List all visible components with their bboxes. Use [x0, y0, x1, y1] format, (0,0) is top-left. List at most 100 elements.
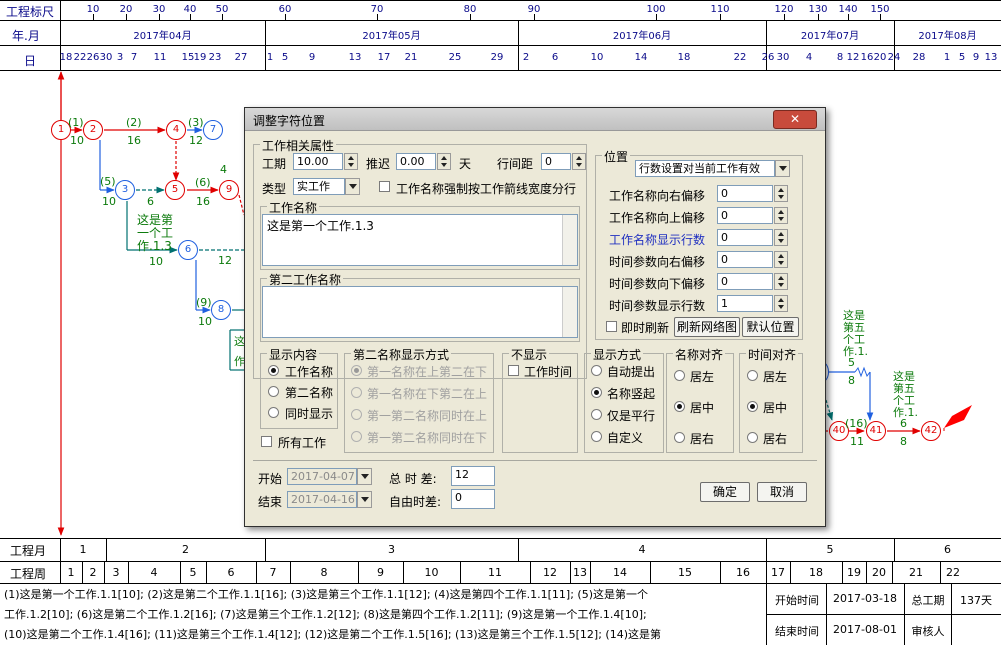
- legend-line-2: 工作.1.2[10]; (6)这是第二个工作.1.2[16]; (7)这是第三个…: [4, 608, 647, 621]
- display-both-label: 同时显示: [285, 407, 334, 421]
- node-41[interactable]: 41: [866, 421, 886, 441]
- second-name-mode-radio[interactable]: [351, 431, 362, 442]
- project-week-cell: 4: [150, 566, 158, 579]
- start-date-dropdown-icon[interactable]: [357, 468, 372, 485]
- second-name-mode-radio[interactable]: [351, 409, 362, 420]
- display-both-radio[interactable]: [268, 407, 279, 418]
- work-7-name-l3: 作.1.3: [137, 239, 172, 253]
- second-name-textarea[interactable]: [262, 286, 578, 338]
- type-select[interactable]: 实工作: [293, 178, 345, 195]
- instant-refresh-checkbox[interactable]: [606, 321, 617, 332]
- project-week-cell: 6: [227, 566, 235, 579]
- duration-input[interactable]: 10.00: [293, 153, 343, 170]
- second-name-mode-radio[interactable]: [351, 387, 362, 398]
- project-week-cell: 2: [89, 566, 97, 579]
- close-button[interactable]: ✕: [773, 110, 817, 129]
- display-second-name-radio[interactable]: [268, 386, 279, 397]
- work-name-textarea[interactable]: 这是第一个工作.1.3: [262, 214, 578, 266]
- position-field-spinner[interactable]: [774, 295, 788, 312]
- type-dropdown-icon[interactable]: [345, 178, 360, 195]
- position-field-spinner[interactable]: [774, 251, 788, 268]
- project-month-cell: 1: [79, 543, 87, 556]
- dialog-titlebar[interactable]: 调整字符位置 ✕: [245, 108, 825, 131]
- display-mode-radio[interactable]: [591, 365, 602, 376]
- hide-work-time-checkbox[interactable]: [508, 365, 519, 376]
- work-16-code: (16): [845, 417, 868, 430]
- start-date-input[interactable]: 2017-04-07: [287, 468, 357, 485]
- time-align-radio[interactable]: [747, 370, 758, 381]
- position-mode-select[interactable]: 行数设置对当前工作有效: [635, 160, 775, 177]
- cancel-button[interactable]: 取消: [757, 482, 807, 502]
- node-7[interactable]: 7: [203, 120, 223, 140]
- project-week-cell: 7: [269, 566, 277, 579]
- time-align-label: 居右: [763, 432, 788, 446]
- position-field-input[interactable]: 0: [717, 251, 773, 268]
- project-week-cell: 1: [67, 566, 75, 579]
- node-9[interactable]: 9: [219, 180, 239, 200]
- name-align-radio[interactable]: [674, 370, 685, 381]
- free-float-input[interactable]: 0: [451, 489, 495, 509]
- duration-spinner[interactable]: [344, 153, 358, 170]
- project-week-cell: 20: [872, 566, 886, 579]
- name-align-radio[interactable]: [674, 432, 685, 443]
- finish-flag-icon: [944, 405, 972, 428]
- work-name-scrollbar[interactable]: [562, 215, 577, 265]
- work-6b-dur: 16: [196, 195, 210, 208]
- second-name-mode-label: 第一第二名称同时在下: [367, 431, 488, 445]
- time-align-radio[interactable]: [747, 401, 758, 412]
- display-work-name-radio[interactable]: [268, 365, 279, 376]
- display-mode-radio[interactable]: [591, 431, 602, 442]
- time-align-radio[interactable]: [747, 432, 758, 443]
- project-week-cell: 16: [736, 566, 750, 579]
- end-date-dropdown-icon[interactable]: [357, 491, 372, 508]
- all-works-checkbox[interactable]: [261, 436, 272, 447]
- end-time-value: 2017-08-01: [833, 623, 897, 636]
- work-3-dur: 12: [189, 134, 203, 147]
- end-date-input[interactable]: 2017-04-16: [287, 491, 357, 508]
- second-name-mode-radio[interactable]: [351, 365, 362, 376]
- work-2-dur: 16: [127, 134, 141, 147]
- work-r1-l4: 作.1.: [843, 345, 868, 358]
- legend-line-3: (10)这是第二个工作.1.4[16]; (11)这是第三个工作.1.4[12]…: [4, 628, 661, 641]
- delay-label: 推迟: [366, 157, 391, 171]
- node-5[interactable]: 5: [165, 180, 185, 200]
- delay-input[interactable]: 0.00: [396, 153, 436, 170]
- project-month-cell: 3: [388, 543, 395, 556]
- node-42[interactable]: 42: [921, 421, 941, 441]
- work-7-dur: 10: [149, 255, 163, 268]
- position-field-spinner[interactable]: [774, 229, 788, 246]
- row-gap-spinner[interactable]: [572, 153, 586, 170]
- node-6[interactable]: 6: [178, 240, 198, 260]
- second-name-mode-label: 第一名称在上第二在下: [367, 365, 488, 379]
- node-8[interactable]: 8: [211, 300, 231, 320]
- position-field-spinner[interactable]: [774, 185, 788, 202]
- display-mode-radio[interactable]: [591, 387, 602, 398]
- position-field-input[interactable]: 1: [717, 295, 773, 312]
- position-field-input[interactable]: 0: [717, 273, 773, 290]
- display-mode-label: 仅是平行: [607, 409, 656, 423]
- position-field-label: 时间参数向下偏移: [609, 277, 706, 291]
- node-4[interactable]: 4: [166, 120, 186, 140]
- name-align-radio[interactable]: [674, 401, 685, 412]
- default-position-button[interactable]: 默认位置: [742, 317, 799, 337]
- position-field-input[interactable]: 0: [717, 207, 773, 224]
- total-float-input[interactable]: 12: [451, 466, 495, 486]
- second-name-scrollbar[interactable]: [562, 287, 577, 337]
- row-gap-input[interactable]: 0: [541, 153, 571, 170]
- position-field-spinner[interactable]: [774, 207, 788, 224]
- position-mode-dropdown-icon[interactable]: [775, 160, 790, 177]
- position-field-input[interactable]: 0: [717, 185, 773, 202]
- force-wrap-checkbox[interactable]: [379, 181, 390, 192]
- node-2[interactable]: 2: [83, 120, 103, 140]
- refresh-network-button[interactable]: 刷新网络图: [674, 317, 740, 337]
- position-field-spinner[interactable]: [774, 273, 788, 290]
- work-1-dur: 10: [70, 134, 84, 147]
- project-week-cell: 8: [320, 566, 328, 579]
- node-3[interactable]: 3: [115, 180, 135, 200]
- delay-spinner[interactable]: [437, 153, 451, 170]
- display-mode-radio[interactable]: [591, 409, 602, 420]
- ok-button[interactable]: 确定: [700, 482, 750, 502]
- position-field-input[interactable]: 0: [717, 229, 773, 246]
- project-month-label: 工程月: [10, 544, 47, 558]
- project-week-cell: 5: [189, 566, 197, 579]
